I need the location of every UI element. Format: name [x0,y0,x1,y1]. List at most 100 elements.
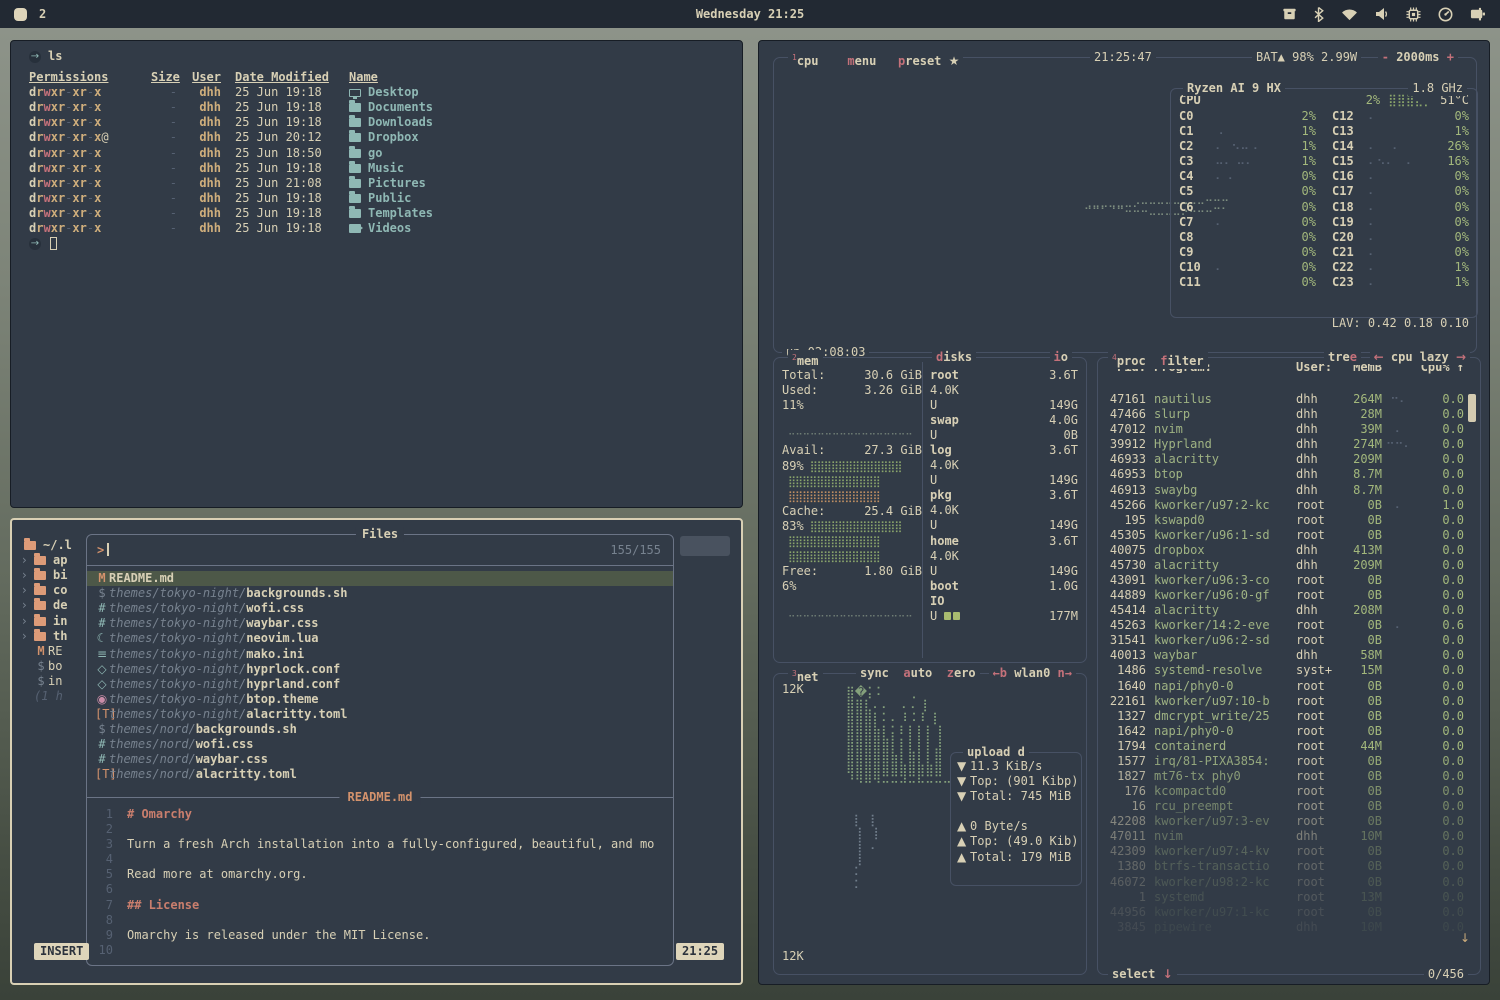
wifi-icon[interactable] [1341,8,1358,21]
process-row[interactable]: 1640napi/phy0-0root0B0.0 [1098,678,1480,693]
scroll-down-icon[interactable]: ↓ [1460,931,1470,946]
process-row[interactable]: 42208kworker/u97:3-evroot0B0.0 [1098,814,1480,829]
process-row[interactable]: 22161kworker/u97:10-broot0B0.0 [1098,694,1480,709]
tree-item[interactable]: ›de [22,598,84,613]
file-name[interactable]: go [335,146,742,161]
package-icon[interactable] [1282,7,1297,21]
tree-item[interactable]: (1 h [22,689,84,704]
process-row[interactable]: 45414alacrittydhh208M0.0 [1098,603,1480,618]
process-row[interactable]: 176kcompactd0root0B0.0 [1098,784,1480,799]
file-name[interactable]: Videos [335,221,742,236]
markdown-icon: M [34,644,48,659]
picker-file-item[interactable]: ◉themes/tokyo-night/btop.theme [87,692,673,707]
process-row[interactable]: 45730alacrittydhh209M0.0 [1098,558,1480,573]
proc-scrollbar-thumb[interactable] [1468,394,1476,422]
process-row[interactable]: 46933alacrittydhh209M0.0 [1098,452,1480,467]
disk-label: U [930,398,937,413]
picker-file-item[interactable]: #themes/tokyo-night/wofi.css [87,601,673,616]
picker-file-item[interactable]: [T]themes/tokyo-night/alacritty.toml [87,707,673,722]
file-name[interactable]: Downloads [335,115,742,130]
picker-search-input[interactable]: > [97,543,663,558]
proc-sort-nav[interactable]: ← cpu lazy → [1370,350,1470,365]
file-name[interactable]: Templates [335,206,742,221]
process-row[interactable]: 47012nvimdhh39M⠄0.0 [1098,422,1480,437]
process-row[interactable]: 46953btopdhh8.7M0.0 [1098,467,1480,482]
net-options[interactable]: sync auto zero [856,666,980,681]
picker-file-item[interactable]: MREADME.md [87,571,673,586]
scrollbar-thumb[interactable] [680,536,730,556]
process-row[interactable]: 43091kworker/u96:3-coroot0B0.0 [1098,573,1480,588]
proc-tab[interactable]: 4proc filter [1108,350,1208,369]
process-row[interactable]: 1380btrfs-transactioroot0B0.0 [1098,859,1480,874]
process-row[interactable]: 1642napi/phy0-0root0B0.0 [1098,724,1480,739]
process-row[interactable]: 46913swaybgdhh8.7M0.0 [1098,482,1480,497]
process-row[interactable]: 3845pipewiredhh10M0.0 [1098,920,1480,935]
file-name[interactable]: Documents [335,100,742,115]
picker-file-item[interactable]: ◇themes/tokyo-night/hyprland.conf [87,677,673,692]
process-row[interactable]: 1794containerdroot44M0.0 [1098,739,1480,754]
file-name[interactable]: Desktop [335,85,742,100]
picker-file-item[interactable]: #themes/nord/waybar.css [87,752,673,767]
process-row[interactable]: 31541kworker/u96:2-sdroot0B0.0 [1098,633,1480,648]
tree-item-label: RE [48,644,62,659]
process-row[interactable]: 47466slurpdhh28M0.0 [1098,407,1480,422]
cpu-tabs[interactable]: 1cpu menu preset ★ [788,50,963,69]
process-row[interactable]: 44889kworker/u96:0-gfroot0B0.0 [1098,588,1480,603]
io-tab[interactable]: io [1050,350,1072,365]
battery-icon[interactable] [1470,7,1486,21]
file-name[interactable]: Pictures [335,176,742,191]
proc-tree-toggle[interactable]: tree [1324,350,1361,365]
select-button[interactable]: select ↓ [1108,967,1177,982]
picker-file-item[interactable]: $themes/nord/backgrounds.sh [87,722,673,737]
process-row[interactable]: 46072kworker/u98:2-kcroot0B0.0 [1098,875,1480,890]
picker-file-item[interactable]: #themes/nord/wofi.css [87,737,673,752]
process-row[interactable]: 40075dropboxdhh413M0.0 [1098,543,1480,558]
process-row[interactable]: 16rcu_preemptroot0B0.0 [1098,799,1480,814]
file-name[interactable]: Music [335,161,742,176]
process-row[interactable]: 39912Hyprlanddhh274M⠒⠒⠄0.0 [1098,437,1480,452]
picker-file-item[interactable]: ☾themes/tokyo-night/neovim.lua [87,631,673,646]
net-interface-switcher[interactable]: ←b wlan0 n→ [989,666,1077,681]
picker-file-item[interactable]: $themes/tokyo-night/backgrounds.sh [87,586,673,601]
process-row[interactable]: 47161nautilusdhh264M⠒⠄0.0 [1098,392,1480,407]
picker-file-item[interactable]: [T]themes/nord/alacritty.toml [87,767,673,782]
process-row[interactable]: 1327dmcrypt_write/25root0B0.0 [1098,709,1480,724]
volume-icon[interactable] [1375,7,1389,21]
tree-item[interactable]: ›co [22,583,84,598]
process-pid: 47161 [1108,392,1154,407]
process-row[interactable]: 47011nvimdhh10M0.0 [1098,829,1480,844]
disks-tab[interactable]: disks [932,350,976,365]
tree-item[interactable]: ›ap [22,553,84,568]
tree-item[interactable]: ›th [22,629,84,644]
picker-file-item[interactable]: ≡themes/tokyo-night/mako.ini [87,646,673,661]
file-name[interactable]: Dropbox [335,130,742,145]
process-row[interactable]: 1486systemd-resolvesyst+15M0.0 [1098,663,1480,678]
update-interval[interactable]: - 2000ms + [1378,50,1458,65]
tree-item[interactable]: $in [22,674,84,689]
process-row[interactable]: 45263kworker/14:2-everoot0B⠄0.6 [1098,618,1480,633]
process-row[interactable]: 45305kworker/u96:1-sdroot0B0.0 [1098,528,1480,543]
workspace-indicator[interactable]: 2 [14,7,46,22]
tree-item[interactable]: MRE [22,644,84,659]
gauge-icon[interactable] [1438,7,1453,22]
tree-root-item[interactable]: ~/.l [22,538,84,553]
picker-file-item[interactable]: #themes/tokyo-night/waybar.css [87,616,673,631]
process-row[interactable]: 44956kworker/u97:1-kcroot0B0.0 [1098,905,1480,920]
picker-file-item[interactable]: ◇themes/tokyo-night/hyprlock.conf [87,662,673,677]
tree-item[interactable]: $bo [22,659,84,674]
process-row[interactable]: 42309kworker/u97:4-kvroot0B0.0 [1098,844,1480,859]
process-row[interactable]: 40013waybardhh58M0.0 [1098,648,1480,663]
prompt-line-2[interactable]: → [29,236,742,251]
process-row[interactable]: 1827mt76-tx phy0root0B0.0 [1098,769,1480,784]
chip-icon[interactable] [1406,7,1421,22]
tree-item[interactable]: ›in [22,613,84,628]
process-row[interactable]: 1systemdroot13M0.0 [1098,890,1480,905]
process-row[interactable]: 45266kworker/u97:2-kcroot0B⠄1.0 [1098,498,1480,513]
process-row[interactable]: 195kswapd0root0B0.0 [1098,513,1480,528]
bluetooth-icon[interactable] [1314,7,1324,22]
process-row[interactable]: 1577irq/81-PIXA3854:root0B0.0 [1098,754,1480,769]
mem-tab[interactable]: 2mem [788,350,823,369]
tree-item[interactable]: ›bi [22,568,84,583]
file-name[interactable]: Public [335,191,742,206]
file-name-label: Public [368,191,411,206]
